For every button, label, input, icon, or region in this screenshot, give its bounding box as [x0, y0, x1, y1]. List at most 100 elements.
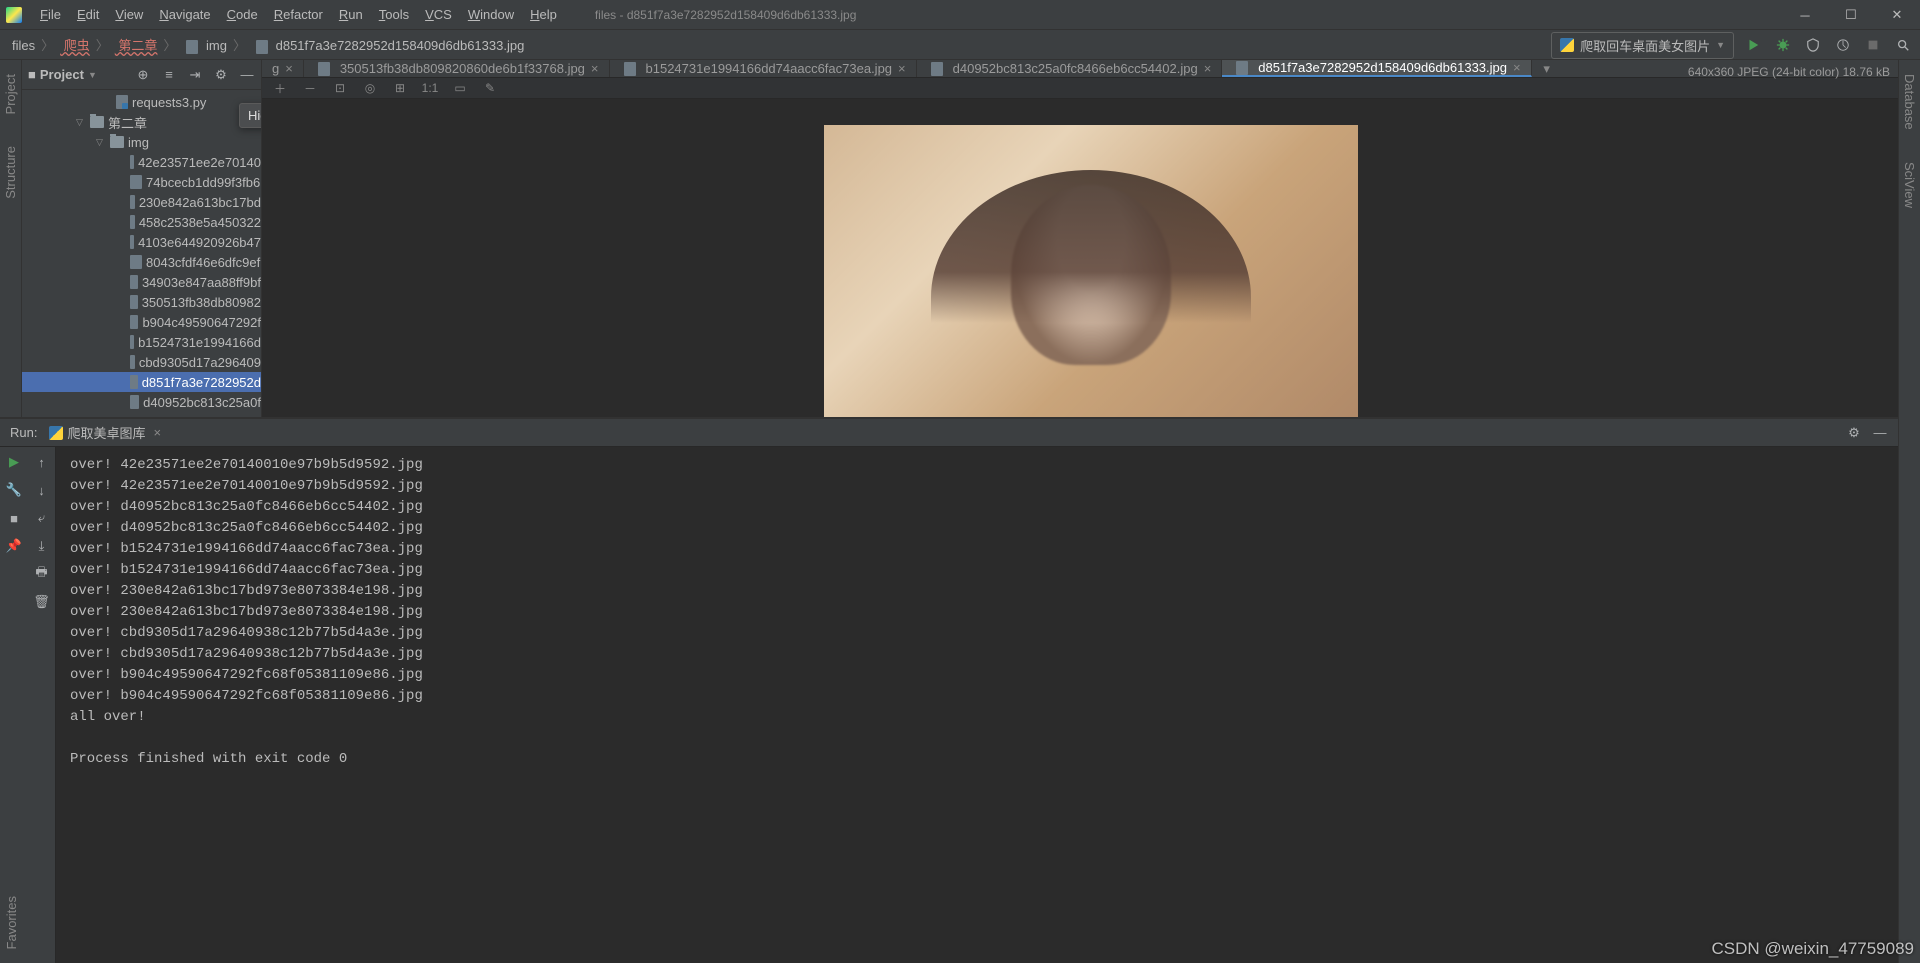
- pin-icon[interactable]: 📌: [5, 537, 23, 555]
- tree-file[interactable]: 42e23571ee2e70140: [22, 152, 261, 172]
- breadcrumb-item[interactable]: files: [8, 38, 39, 53]
- tree-file[interactable]: cbd9305d17a296409: [22, 352, 261, 372]
- menu-navigate[interactable]: Navigate: [151, 3, 218, 26]
- menu-help[interactable]: Help: [522, 3, 565, 26]
- project-title[interactable]: ■ Project ▼: [28, 67, 97, 82]
- tree-file[interactable]: 8043cfdf46e6dfc9ef: [22, 252, 261, 272]
- editor-tab[interactable]: d40952bc813c25a0fc8466eb6cc54402.jpg×: [917, 60, 1223, 77]
- tree-file[interactable]: 34903e847aa88ff9bf: [22, 272, 261, 292]
- close-icon[interactable]: ×: [153, 425, 161, 440]
- stop-button[interactable]: [1862, 34, 1884, 56]
- menu-run[interactable]: Run: [331, 3, 371, 26]
- clear-icon[interactable]: 🗑: [33, 593, 51, 611]
- rail-tab-structure[interactable]: Structure: [1, 140, 20, 205]
- close-tab-icon[interactable]: ×: [1204, 61, 1212, 76]
- minimize-button[interactable]: ─: [1782, 0, 1828, 30]
- close-tab-icon[interactable]: ×: [1513, 60, 1521, 75]
- actual-size-icon[interactable]: ⊡: [330, 78, 350, 98]
- background-icon[interactable]: ▭: [450, 78, 470, 98]
- python-icon: [49, 426, 63, 440]
- right-tool-rail: Database SciView: [1898, 60, 1920, 963]
- menu-tools[interactable]: Tools: [371, 3, 417, 26]
- file-icon: [624, 62, 636, 76]
- editor-tab[interactable]: 350513fb38db809820860de6b1f33768.jpg×: [304, 60, 610, 77]
- tabs-dropdown[interactable]: ▾: [1532, 60, 1562, 77]
- tree-file-py[interactable]: requests3.py: [22, 92, 261, 112]
- breadcrumb-item[interactable]: img: [178, 38, 231, 53]
- watermark: CSDN @weixin_47759089: [1712, 939, 1914, 959]
- soft-wrap-icon[interactable]: ⤶: [33, 509, 51, 527]
- ratio-label: 1:1: [420, 78, 440, 98]
- breadcrumb-item[interactable]: d851f7a3e7282952d158409d6db61333.jpg: [248, 38, 528, 53]
- collapse-all-icon[interactable]: ⇥: [187, 67, 203, 83]
- menu-refactor[interactable]: Refactor: [266, 3, 331, 26]
- tree-file[interactable]: 74bcecb1dd99f3fb6: [22, 172, 261, 192]
- close-button[interactable]: ✕: [1874, 0, 1920, 30]
- tree-file[interactable]: 350513fb38db80982: [22, 292, 261, 312]
- tree-file[interactable]: 4103e644920926b47: [22, 232, 261, 252]
- image-canvas[interactable]: [262, 99, 1920, 417]
- menu-file[interactable]: File: [32, 3, 69, 26]
- rail-tab-sciview[interactable]: SciView: [1900, 156, 1919, 214]
- stop-icon[interactable]: ■: [5, 509, 23, 527]
- coverage-button[interactable]: [1802, 34, 1824, 56]
- tree-file[interactable]: d40952bc813c25a0f: [22, 392, 261, 412]
- console-output[interactable]: over! 42e23571ee2e70140010e97b9b5d9592.j…: [56, 447, 1898, 963]
- expand-all-icon[interactable]: ≡: [161, 67, 177, 83]
- menu-vcs[interactable]: VCS: [417, 3, 460, 26]
- print-icon[interactable]: 🖶: [33, 565, 51, 583]
- project-tree[interactable]: requests3.py ▽第二章 ▽img 42e23571ee2e70140…: [22, 90, 261, 417]
- scroll-end-icon[interactable]: ⤓: [33, 537, 51, 555]
- tree-file[interactable]: b1524731e1994166d: [22, 332, 261, 352]
- down-icon[interactable]: ↓: [33, 481, 51, 499]
- breadcrumb-item[interactable]: 爬虫: [56, 38, 94, 53]
- run-tool-window: Run: 爬取美卓图库 × ⚙ — ▶ 🔧 ■ 📌 ↑ ↓ ⤶ ⤓ 🖶 🗑 ov…: [0, 417, 1898, 963]
- profile-button[interactable]: [1832, 34, 1854, 56]
- tree-dir[interactable]: ▽第二章: [22, 112, 261, 132]
- zoom-in-icon[interactable]: ＋: [270, 78, 290, 98]
- zoom-out-icon[interactable]: －: [300, 78, 320, 98]
- editor-tab[interactable]: b1524731e1994166dd74aacc6fac73ea.jpg×: [610, 60, 917, 77]
- rerun-wrench-icon[interactable]: 🔧: [5, 481, 23, 499]
- tree-file[interactable]: d851f7a3e7282952d: [22, 372, 261, 392]
- maximize-button[interactable]: ☐: [1828, 0, 1874, 30]
- menu-window[interactable]: Window: [460, 3, 522, 26]
- rerun-icon[interactable]: ▶: [5, 453, 23, 471]
- run-configuration-dropdown[interactable]: 爬取回车桌面美女图片 ▼: [1551, 32, 1734, 59]
- tree-dir[interactable]: ▽img: [22, 132, 261, 152]
- editor-tab[interactable]: d851f7a3e7282952d158409d6db61333.jpg×: [1222, 60, 1531, 77]
- rail-tab-project[interactable]: Project: [1, 68, 20, 120]
- locate-icon[interactable]: ⊕: [135, 67, 151, 83]
- tree-file[interactable]: b904c49590647292f: [22, 312, 261, 332]
- close-tab-icon[interactable]: ×: [285, 61, 293, 76]
- file-icon: [130, 375, 138, 389]
- hide-icon[interactable]: — HideShift+Esc: [239, 67, 255, 83]
- close-tab-icon[interactable]: ×: [898, 61, 906, 76]
- color-picker-icon[interactable]: ✎: [480, 78, 500, 98]
- menu-view[interactable]: View: [107, 3, 151, 26]
- search-everywhere-button[interactable]: [1892, 34, 1914, 56]
- run-hide-icon[interactable]: —: [1872, 425, 1888, 441]
- fit-icon[interactable]: ◎: [360, 78, 380, 98]
- tree-file[interactable]: 230e842a613bc17bd: [22, 192, 261, 212]
- file-icon: [130, 275, 138, 289]
- close-tab-icon[interactable]: ×: [591, 61, 599, 76]
- rail-tab-database[interactable]: Database: [1900, 68, 1919, 136]
- tree-file[interactable]: 458c2538e5a450322: [22, 212, 261, 232]
- run-button[interactable]: [1742, 34, 1764, 56]
- editor-tab[interactable]: g×: [262, 60, 304, 77]
- file-icon: [931, 62, 943, 76]
- run-settings-icon[interactable]: ⚙: [1846, 425, 1862, 441]
- run-tab[interactable]: 爬取美卓图库 ×: [49, 423, 161, 442]
- file-icon: [130, 215, 135, 229]
- grid-icon[interactable]: ⊞: [390, 78, 410, 98]
- menu-edit[interactable]: Edit: [69, 3, 107, 26]
- rail-tab-favorites[interactable]: Favorites: [2, 890, 21, 955]
- file-icon: [318, 62, 330, 76]
- debug-button[interactable]: [1772, 34, 1794, 56]
- menu-code[interactable]: Code: [219, 3, 266, 26]
- settings-icon[interactable]: ⚙: [213, 67, 229, 83]
- menubar: FileEditViewNavigateCodeRefactorRunTools…: [0, 0, 1920, 30]
- up-icon[interactable]: ↑: [33, 453, 51, 471]
- breadcrumb-item[interactable]: 第二章: [111, 38, 162, 53]
